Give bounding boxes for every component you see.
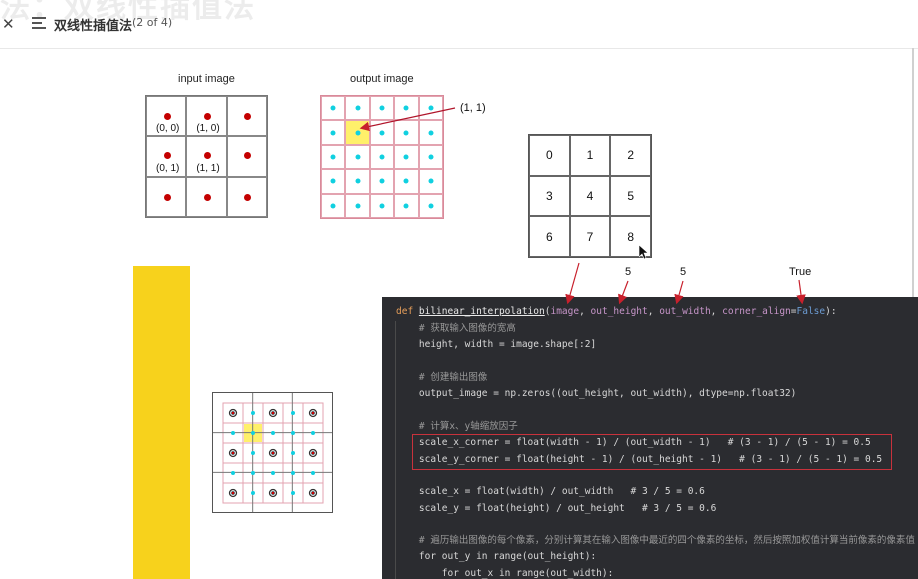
arrow-corner-align — [796, 279, 806, 305]
annotation-arrows — [359, 107, 806, 305]
callout-arrow — [359, 107, 456, 132]
arrow-image — [565, 262, 580, 305]
arrow-out-width — [674, 280, 684, 305]
arrow-out-height — [618, 280, 629, 305]
mouse-cursor-icon — [639, 245, 649, 259]
